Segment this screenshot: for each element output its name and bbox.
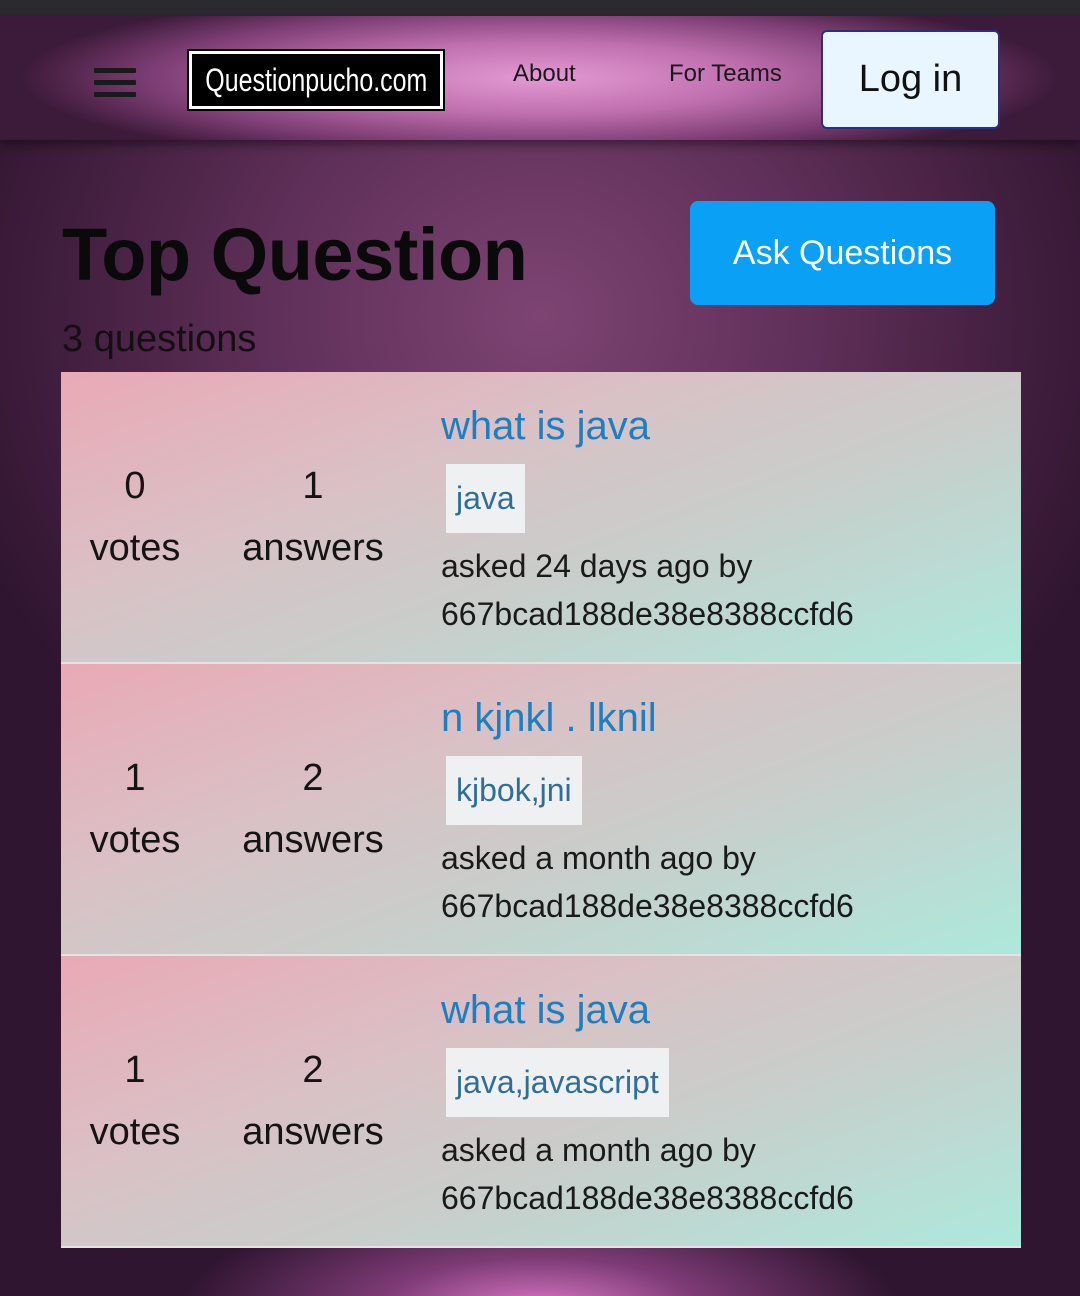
question-count: 3 questions (62, 318, 257, 360)
question-item: 0 votes 1 answers what is java java aske… (61, 372, 1021, 664)
page-title: Top Question (62, 213, 528, 296)
asked-text: asked 24 days ago by (441, 548, 753, 584)
ask-questions-button[interactable]: Ask Questions (690, 201, 995, 305)
asker-id: 667bcad188de38e8388ccfd6 (441, 888, 854, 924)
votes-count: 1 (124, 1049, 146, 1091)
votes-label: votes (89, 819, 181, 861)
question-tag[interactable]: java (446, 464, 525, 533)
answers-count: 2 (302, 757, 324, 799)
answers-label: answers (242, 527, 384, 569)
question-meta: asked 24 days ago by 667bcad188de38e8388… (441, 542, 854, 638)
nav-link-for-teams[interactable]: For Teams (669, 60, 782, 88)
login-button[interactable]: Log in (821, 30, 1000, 129)
votes-label: votes (89, 1111, 181, 1153)
asked-text: asked a month ago by (441, 1132, 756, 1168)
votes-label: votes (89, 527, 181, 569)
question-title-link[interactable]: n kjnkl . lknil (441, 696, 657, 741)
answers-label: answers (242, 819, 384, 861)
answers-label: answers (242, 1111, 384, 1153)
status-strip (0, 0, 1080, 16)
asker-id: 667bcad188de38e8388ccfd6 (441, 1180, 854, 1216)
nav-link-about[interactable]: About (513, 60, 576, 88)
question-meta: asked a month ago by 667bcad188de38e8388… (441, 1126, 854, 1222)
votes-stat: 0 votes (79, 464, 191, 570)
question-tag[interactable]: java,javascript (446, 1048, 669, 1117)
asked-text: asked a month ago by (441, 840, 756, 876)
question-tag[interactable]: kjbok,jni (446, 756, 582, 825)
votes-count: 0 (124, 465, 146, 507)
question-list: 0 votes 1 answers what is java java aske… (61, 372, 1021, 1248)
hamburger-menu-icon[interactable] (94, 65, 136, 99)
votes-stat: 1 votes (79, 756, 191, 862)
logo-text: Questionpucho.com (205, 61, 428, 98)
question-meta: asked a month ago by 667bcad188de38e8388… (441, 834, 854, 930)
answers-count: 2 (302, 1049, 324, 1091)
question-title-link[interactable]: what is java (441, 988, 650, 1033)
answers-stat: 2 answers (233, 756, 393, 862)
site-logo[interactable]: Questionpucho.com (189, 51, 443, 109)
question-title-link[interactable]: what is java (441, 404, 650, 449)
answers-count: 1 (302, 465, 324, 507)
votes-count: 1 (124, 757, 146, 799)
question-item: 1 votes 2 answers what is java java,java… (61, 956, 1021, 1248)
question-item: 1 votes 2 answers n kjnkl . lknil kjbok,… (61, 664, 1021, 956)
answers-stat: 2 answers (233, 1048, 393, 1154)
votes-stat: 1 votes (79, 1048, 191, 1154)
answers-stat: 1 answers (233, 464, 393, 570)
asker-id: 667bcad188de38e8388ccfd6 (441, 596, 854, 632)
